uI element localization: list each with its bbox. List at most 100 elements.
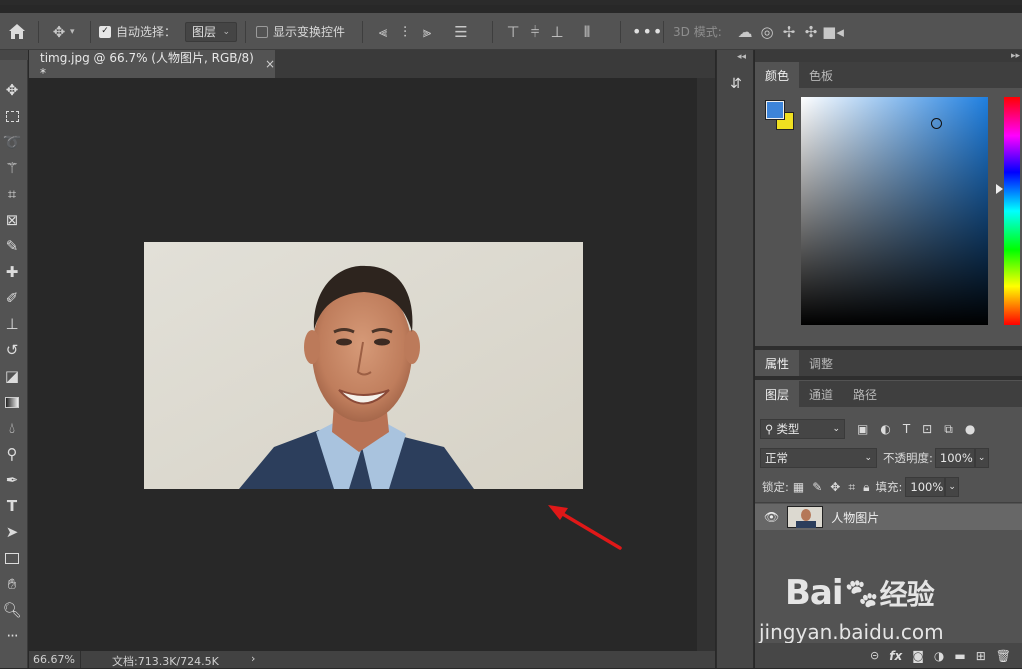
shape-filter-icon[interactable]: ⊡	[922, 422, 932, 436]
lock-transparent-icon[interactable]: ▦	[793, 480, 804, 494]
image-canvas[interactable]	[144, 242, 583, 489]
layer-thumbnail	[787, 506, 824, 528]
layer-row[interactable]: 👁︎ 人物图片	[755, 504, 1022, 530]
foreground-color-swatch[interactable]	[765, 100, 785, 120]
fx-icon[interactable]: fx	[889, 649, 902, 663]
magic-wand-tool-icon[interactable]: ⚚	[0, 156, 24, 180]
marquee-tool-icon[interactable]	[0, 104, 24, 128]
align-right-icon[interactable]: ⫸	[416, 23, 438, 41]
history-panel-icon[interactable]: ⇵	[723, 70, 749, 98]
color-picker-cursor[interactable]	[931, 118, 942, 129]
blend-mode-dropdown[interactable]: 正常 ⌄	[760, 448, 877, 468]
zoom-level[interactable]: 66.67%	[33, 653, 75, 666]
scale-3d-icon[interactable]: ■◂	[822, 23, 844, 41]
auto-select-dropdown[interactable]: 图层 ⌄	[185, 21, 237, 42]
edit-toolbar-icon[interactable]: ···	[0, 624, 24, 648]
clone-stamp-tool-icon[interactable]: ⊥	[0, 312, 24, 336]
vertical-scrollbar[interactable]	[697, 78, 715, 651]
opacity-dropdown[interactable]: ⌄	[974, 448, 989, 468]
group-icon[interactable]: ▬	[954, 649, 965, 663]
trash-icon[interactable]: 🗑︎	[996, 649, 1011, 663]
hue-slider[interactable]	[1004, 97, 1020, 325]
type-tool-icon[interactable]: T	[0, 494, 24, 518]
lock-artboard-icon[interactable]: ⌗	[848, 480, 855, 495]
pen-tool-icon[interactable]: ✒	[0, 468, 24, 492]
hue-slider-handle[interactable]	[996, 184, 1003, 194]
rectangle-tool-icon[interactable]	[0, 546, 24, 570]
link-icon[interactable]: ⊝	[870, 649, 879, 662]
move-tool-preset[interactable]: ✥ ▾	[48, 13, 75, 50]
orbit-3d-icon[interactable]: ☁	[734, 23, 756, 41]
lasso-tool-icon[interactable]: ➰	[0, 130, 24, 154]
collapse-panels-icon[interactable]: ◂◂	[737, 52, 746, 62]
history-brush-tool-icon[interactable]: ↺	[0, 338, 24, 362]
fill-input[interactable]: 100%	[905, 477, 946, 497]
paw-icon: 🐾︎	[842, 577, 881, 612]
tab-channels[interactable]: 通道	[799, 381, 843, 407]
chevron-down-icon: ⌄	[832, 424, 840, 434]
dodge-tool-icon[interactable]: ⚲	[0, 442, 24, 466]
roll-3d-icon[interactable]: ◎	[756, 23, 778, 41]
show-transform-checkbox[interactable]: 显示变换控件	[256, 13, 345, 50]
type-filter-icon[interactable]: T	[903, 422, 910, 436]
align-top-icon[interactable]: ⊤	[502, 23, 524, 41]
distribute-vertical-icon[interactable]: ⫴	[576, 23, 598, 41]
path-selection-tool-icon[interactable]: ➤	[0, 520, 24, 544]
home-button[interactable]	[6, 13, 28, 50]
tab-properties[interactable]: 属性	[755, 350, 800, 376]
mode-3d-label: 3D 模式:	[673, 25, 722, 39]
more-options-button[interactable]: •••	[632, 13, 663, 50]
layer-filter-dropdown[interactable]: ⚲ 类型 ⌄	[760, 419, 845, 439]
align-buttons: ⫷ ⫶ ⫸ ☰	[372, 13, 472, 50]
opacity-input[interactable]: 100%	[934, 448, 975, 468]
mask-icon[interactable]: ◙	[912, 649, 924, 663]
blur-tool-icon[interactable]: 💧︎	[0, 416, 24, 440]
tab-layers[interactable]: 图层	[755, 381, 800, 407]
layer-name[interactable]: 人物图片	[831, 509, 879, 526]
fill-dropdown[interactable]: ⌄	[945, 477, 960, 497]
frame-tool-icon[interactable]: ⊠	[0, 208, 24, 232]
align-left-icon[interactable]: ⫷	[372, 23, 394, 41]
tab-swatches[interactable]: 色板	[799, 62, 843, 88]
new-layer-icon[interactable]: ⊞	[976, 649, 986, 663]
crop-tool-icon[interactable]: ⌗	[0, 182, 24, 206]
brush-tool-icon[interactable]: ✐	[0, 286, 24, 310]
tab-adjustments[interactable]: 调整	[799, 350, 843, 376]
move-tool-icon[interactable]: ✥	[0, 78, 24, 102]
eraser-tool-icon[interactable]: ◪	[0, 364, 24, 388]
lock-all-icon[interactable]: 🔒︎	[863, 480, 869, 495]
hand-tool-icon[interactable]: ✋︎	[0, 572, 24, 596]
tools-panel: ✥ ➰ ⚚ ⌗ ⊠ ✎ ✚ ✐ ⊥ ↺ ◪ 💧︎ ⚲ ✒ T ➤ ✋︎ 🔍︎ ·…	[0, 50, 28, 668]
slide-3d-icon[interactable]: ✣	[800, 23, 822, 41]
lock-image-icon[interactable]: ✎	[812, 480, 822, 494]
adjustment-icon[interactable]: ◑	[934, 649, 944, 663]
3d-mode-buttons: ☁ ◎ ✢ ✣ ■◂	[734, 13, 844, 50]
status-menu-arrow[interactable]: ›	[251, 652, 255, 665]
visibility-eye-icon[interactable]: 👁︎	[764, 510, 779, 524]
pixel-filter-icon[interactable]: ▣	[857, 422, 868, 436]
pan-3d-icon[interactable]: ✢	[778, 23, 800, 41]
zoom-tool-icon[interactable]: 🔍︎	[0, 598, 24, 622]
tab-color[interactable]: 颜色	[755, 62, 800, 88]
align-middle-icon[interactable]: ⫩	[524, 23, 546, 41]
expand-panels-icon[interactable]: ▸▸	[1011, 51, 1020, 61]
color-picker-field[interactable]	[801, 97, 988, 325]
properties-panel-tabs: 属性 调整	[755, 350, 1022, 376]
distribute-icon[interactable]: ☰	[450, 23, 472, 41]
tab-paths[interactable]: 路径	[843, 381, 887, 407]
eyedropper-tool-icon[interactable]: ✎	[0, 234, 24, 258]
filter-toggle-icon[interactable]: ●	[965, 422, 975, 436]
align-bottom-icon[interactable]: ⊥	[546, 23, 568, 41]
gradient-tool-icon[interactable]	[0, 390, 24, 414]
healing-brush-tool-icon[interactable]: ✚	[0, 260, 24, 284]
chevron-down-icon: ⌄	[864, 453, 872, 463]
adjustment-filter-icon[interactable]: ◐	[880, 422, 890, 436]
document-tab[interactable]: timg.jpg @ 66.7% (人物图片, RGB/8) * ×	[29, 50, 275, 80]
smart-object-filter-icon[interactable]: ⧉	[944, 422, 953, 437]
auto-select-checkbox[interactable]: ✓ 自动选择：	[99, 13, 176, 50]
menu-bar[interactable]	[0, 0, 1022, 5]
fill-label: 填充:	[875, 480, 903, 494]
close-tab-icon[interactable]: ×	[265, 57, 275, 71]
lock-position-icon[interactable]: ✥	[830, 480, 840, 494]
align-center-icon[interactable]: ⫶	[394, 23, 416, 41]
